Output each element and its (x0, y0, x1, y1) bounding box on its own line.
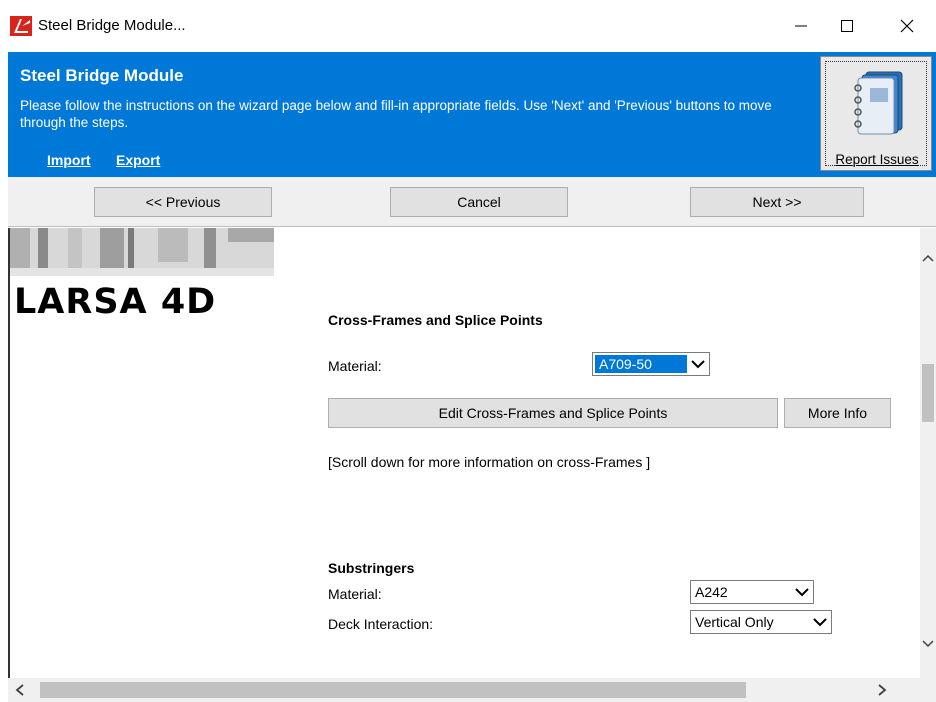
header-title: Steel Bridge Module (20, 66, 184, 85)
scroll-down-icon[interactable] (920, 636, 936, 652)
cross-frames-material-select[interactable]: A709-50 (592, 352, 710, 376)
close-button[interactable] (884, 0, 930, 52)
cancel-button[interactable]: Cancel (390, 187, 568, 217)
minimize-button[interactable] (778, 0, 824, 52)
header-description: Please follow the instructions on the wi… (20, 98, 772, 130)
substringers-material-select[interactable]: A242 (690, 580, 814, 604)
vertical-scrollbar[interactable] (920, 228, 936, 678)
title-bar: Steel Bridge Module... (0, 0, 936, 52)
scrollbar-corner (920, 678, 936, 702)
close-icon (900, 19, 914, 33)
report-issues-button[interactable]: Report Issues (820, 56, 932, 171)
cross-frames-title: Cross-Frames and Splice Points (328, 312, 543, 328)
larsa-logo: LARSA 4D (14, 282, 217, 322)
substringers-material-value: A242 (695, 584, 728, 600)
substringers-material-label: Material: (328, 586, 382, 602)
horizontal-scroll-thumb[interactable] (40, 682, 746, 698)
import-link[interactable]: Import (47, 152, 91, 168)
chevron-down-icon (809, 611, 831, 633)
edit-cross-frames-button[interactable]: Edit Cross-Frames and Splice Points (328, 398, 778, 428)
minimize-icon (795, 25, 807, 27)
report-issues-label: Report Issues (835, 152, 919, 167)
notebook-icon (854, 71, 903, 135)
window-title: Steel Bridge Module... (38, 17, 186, 34)
deck-interaction-select[interactable]: Vertical Only (690, 610, 832, 634)
header-photo-image (8, 228, 274, 276)
wizard-header: Steel Bridge Module Please follow the in… (8, 52, 936, 177)
deck-interaction-value: Vertical Only (695, 614, 774, 630)
deck-interaction-label: Deck Interaction: (328, 616, 434, 632)
next-button[interactable]: Next >> (690, 187, 864, 217)
previous-button[interactable]: << Previous (94, 187, 272, 217)
cross-frames-note: [Scroll down for more information on cro… (328, 454, 651, 470)
report-issues-focus-frame: Report Issues (825, 61, 927, 167)
larsa-app-icon (10, 16, 32, 36)
wizard-nav-bar: << Previous Cancel Next >> (8, 177, 936, 227)
more-info-button[interactable]: More Info (784, 398, 891, 428)
wizard-page-content: LARSA 4D Cross-Frames and Splice Points … (8, 228, 920, 678)
scroll-right-icon[interactable] (874, 682, 890, 698)
cross-frames-material-label: Material: (328, 358, 382, 374)
maximize-icon (841, 20, 853, 32)
substringers-title: Substringers (328, 560, 415, 576)
chevron-down-icon (791, 581, 813, 603)
scroll-left-icon[interactable] (12, 682, 28, 698)
content-left-border (8, 228, 10, 680)
horizontal-scrollbar[interactable] (8, 678, 920, 702)
cross-frames-material-value: A709-50 (595, 355, 687, 373)
export-link[interactable]: Export (116, 152, 160, 168)
chevron-down-icon (687, 353, 709, 375)
scroll-up-icon[interactable] (920, 250, 936, 266)
maximize-button[interactable] (824, 0, 870, 52)
vertical-scroll-thumb[interactable] (922, 364, 934, 422)
